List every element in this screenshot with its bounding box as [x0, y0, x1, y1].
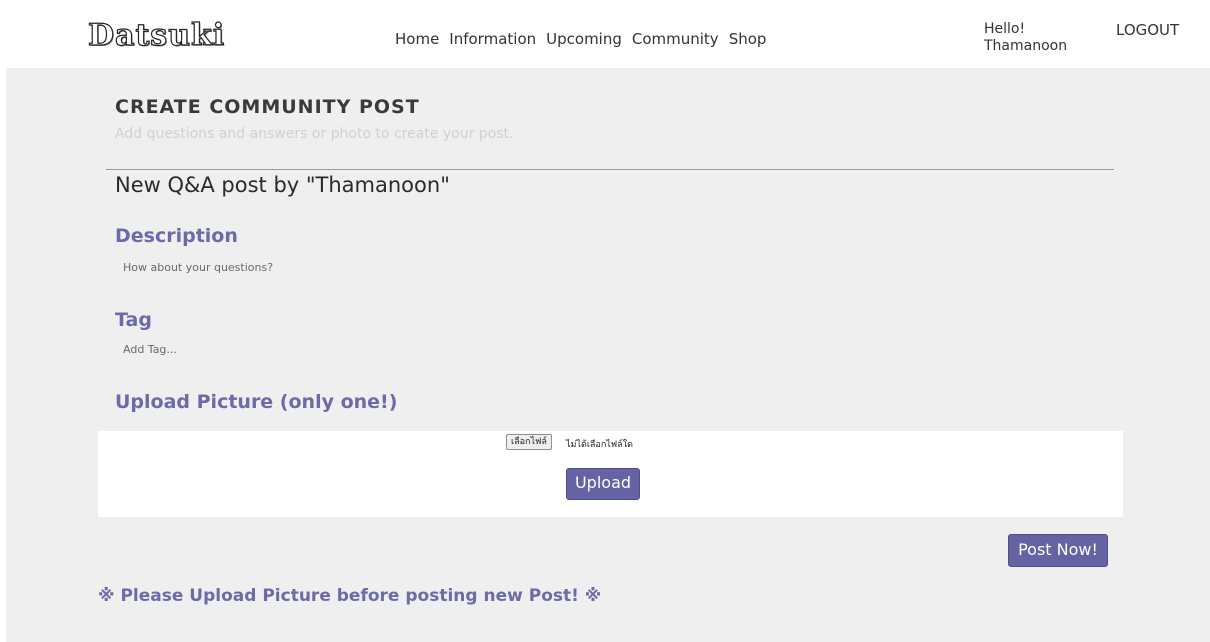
page-title: Create Community Post	[115, 96, 420, 118]
nav-shop[interactable]: Shop	[729, 30, 767, 48]
choose-file-button[interactable]: เลือกไฟล์	[506, 434, 552, 450]
upload-button[interactable]: Upload	[566, 468, 640, 500]
greeting-username: Thamanoon	[984, 38, 1068, 54]
logout-link[interactable]: LOGOUT	[1116, 21, 1179, 39]
tag-input[interactable]	[118, 340, 528, 358]
file-status-text: ไม่ได้เลือกไฟล์ใด	[566, 440, 633, 450]
greeting-hello: Hello!	[984, 21, 1026, 37]
description-input[interactable]	[118, 258, 528, 276]
post-now-button[interactable]: Post Now!	[1008, 534, 1108, 567]
user-greeting: Hello! Thamanoon	[984, 21, 1067, 55]
site-logo[interactable]: Datsuki	[87, 17, 225, 53]
main-nav: Home Information Upcoming Community Shop	[395, 30, 766, 48]
nav-information[interactable]: Information	[449, 30, 536, 48]
upload-warning: ※ Please Upload Picture before posting n…	[98, 586, 602, 606]
nav-home[interactable]: Home	[395, 30, 439, 48]
description-label: Description	[115, 225, 238, 247]
page-subtitle: Add questions and answers or photo to cr…	[115, 126, 514, 142]
site-header: Datsuki Home Information Upcoming Commun…	[0, 0, 1210, 68]
upload-label: Upload Picture (only one!)	[115, 391, 398, 413]
nav-upcoming[interactable]: Upcoming	[546, 30, 622, 48]
tag-label: Tag	[115, 309, 152, 331]
nav-community[interactable]: Community	[632, 30, 719, 48]
title-divider	[106, 169, 1114, 170]
post-author-heading: New Q&A post by "Thamanoon"	[115, 173, 450, 197]
